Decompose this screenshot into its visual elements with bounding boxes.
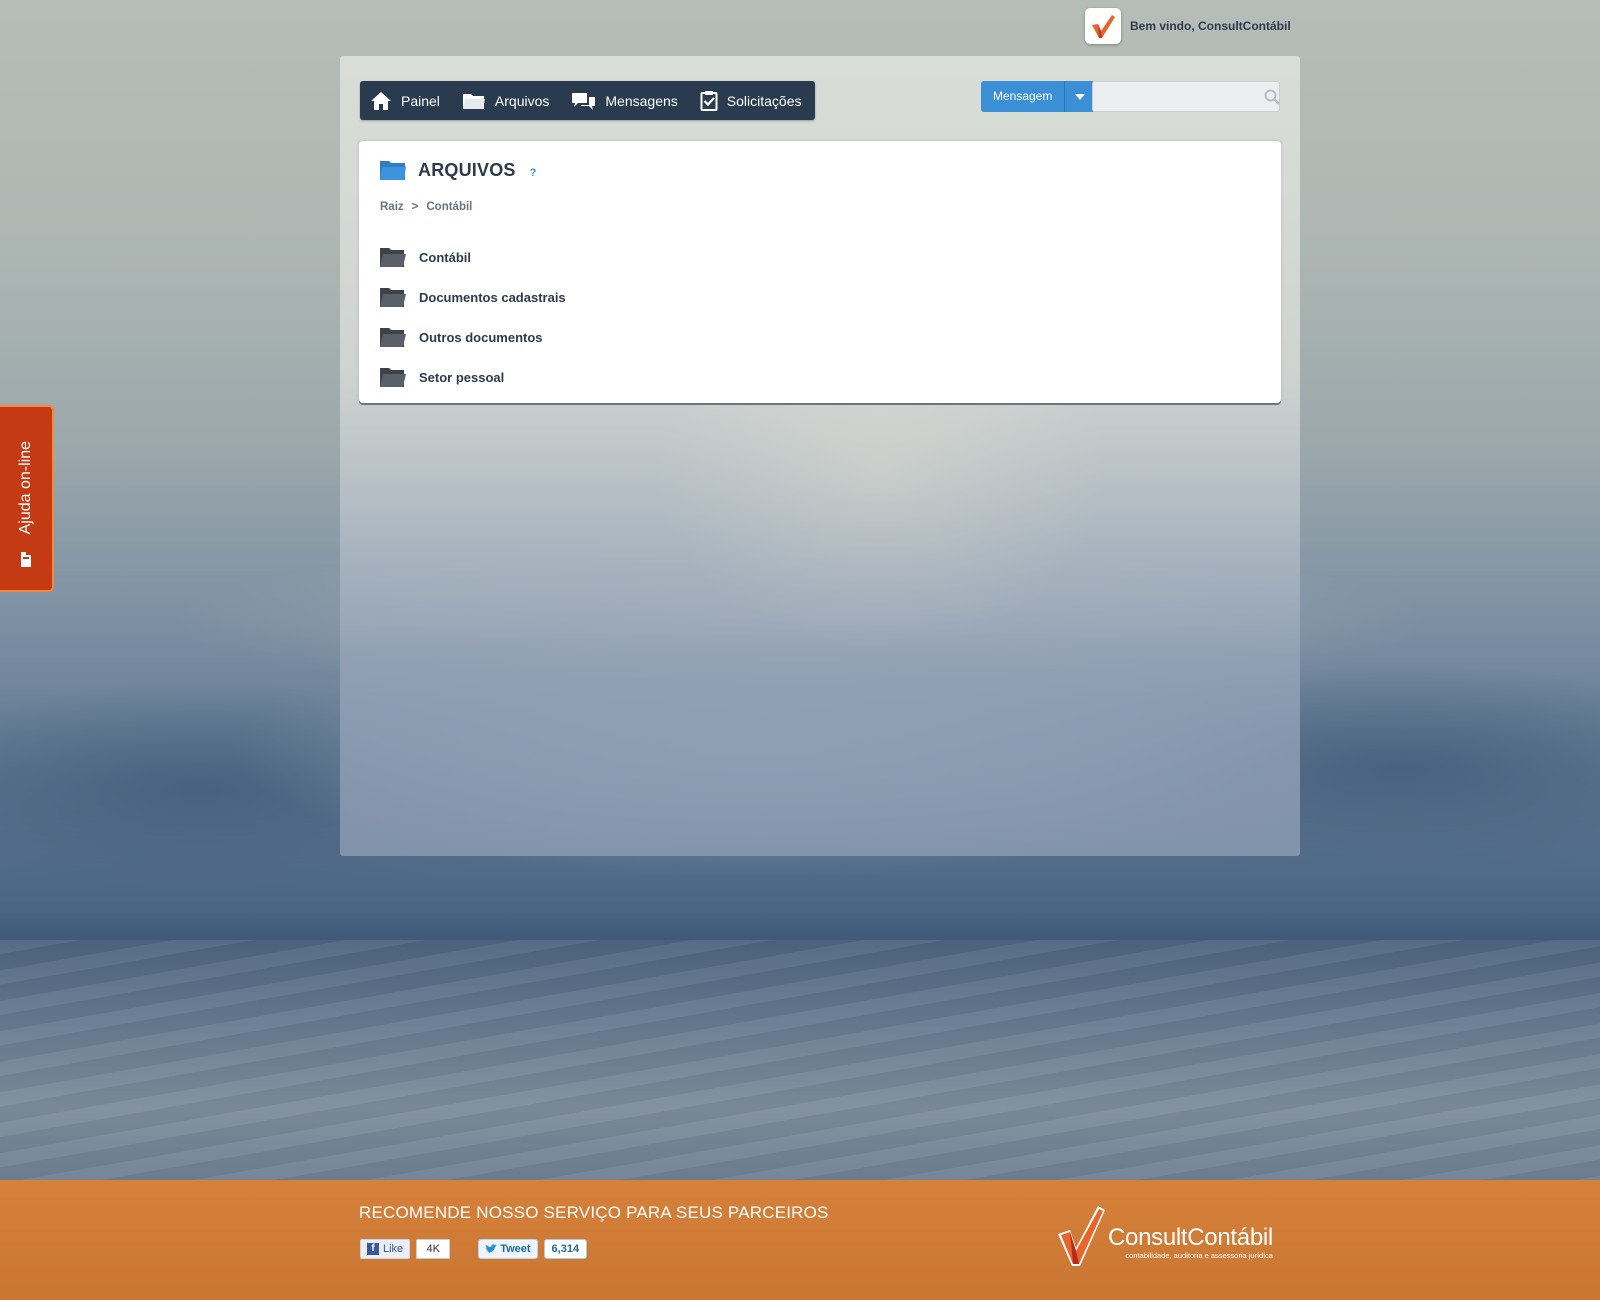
welcome-area: Bem vindo, ConsultContábil (1085, 8, 1291, 44)
folder-icon (462, 94, 485, 109)
tweet-widget: Tweet 6,314 (478, 1239, 588, 1259)
message-dropdown-toggle[interactable] (1065, 81, 1096, 112)
search-icon (1264, 89, 1280, 105)
phone-icon (21, 552, 31, 567)
tweet-button[interactable]: Tweet (478, 1239, 538, 1259)
breadcrumb-separator: > (411, 201, 419, 213)
folder-icon (380, 367, 406, 387)
twitter-bird-icon (485, 1244, 498, 1253)
folder-icon (380, 287, 406, 307)
footer-brand: ConsultContábil contabilidade, auditoria… (1056, 1204, 1273, 1268)
message-split-button: Mensagem (981, 81, 1096, 112)
folder-label: Setor pessoal (419, 369, 505, 385)
home-icon (371, 91, 391, 110)
social-buttons: f Like 4K Tweet 6,314 (360, 1239, 588, 1259)
brand-logo-icon (1085, 8, 1121, 44)
folder-open-icon (380, 161, 406, 180)
brand-logo-icon (1058, 1206, 1105, 1266)
main-panel: Painel Arquivos Mensagens Solicitações M… (340, 56, 1300, 856)
background-sea (0, 940, 1600, 1180)
brand-name: ConsultContábil (1108, 1224, 1273, 1251)
folder-list: Contábil Documentos cadastrais Outros do… (379, 237, 566, 397)
footer-title: RECOMENDE NOSSO SERVIÇO PARA SEUS PARCEI… (359, 1203, 829, 1222)
tweet-count: 6,314 (543, 1239, 588, 1259)
page-title: ARQUIVOS (418, 159, 516, 180)
nav-item-label: Mensagens (605, 92, 678, 109)
folder-label: Outros documentos (419, 329, 543, 345)
breadcrumb-item-raiz[interactable]: Raiz (380, 201, 404, 213)
caret-down-icon (1075, 93, 1086, 100)
nav-item-painel[interactable]: Painel (370, 91, 440, 111)
help-link[interactable]: ? (530, 167, 537, 179)
search-button[interactable] (1264, 89, 1280, 105)
facebook-like-widget: f Like 4K (360, 1239, 451, 1259)
nav-item-arquivos[interactable]: Arquivos (462, 91, 549, 110)
folder-item[interactable]: Outros documentos (379, 317, 566, 357)
folder-item[interactable]: Contábil (379, 237, 566, 277)
nav-item-label: Arquivos (494, 92, 550, 109)
folder-icon (380, 327, 406, 347)
breadcrumb-item-contabil[interactable]: Contábil (426, 201, 472, 213)
folder-icon (380, 247, 406, 267)
files-header: ARQUIVOS ? (379, 159, 536, 181)
facebook-icon: f (367, 1243, 379, 1255)
folder-label: Contábil (419, 249, 471, 265)
facebook-like-label: Like (383, 1243, 404, 1255)
nav-item-label: Solicitações (726, 92, 802, 109)
search-input[interactable] (1093, 82, 1264, 111)
online-help-label: Ajuda on-line (17, 440, 34, 534)
folder-item[interactable]: Setor pessoal (379, 357, 566, 397)
facebook-like-count: 4K (416, 1239, 451, 1259)
nav-item-label: Painel (401, 92, 440, 109)
footer: RECOMENDE NOSSO SERVIÇO PARA SEUS PARCEI… (0, 1180, 1600, 1300)
brand-text: ConsultContábil contabilidade, auditoria… (1108, 1224, 1273, 1261)
online-help-tab[interactable]: Ajuda on-line (0, 405, 54, 592)
folder-label: Documentos cadastrais (419, 289, 566, 305)
welcome-text: Bem vindo, ConsultContábil (1130, 19, 1291, 33)
nav-item-solicitacoes[interactable]: Solicitações (700, 90, 802, 111)
folder-item[interactable]: Documentos cadastrais (379, 277, 566, 317)
brand-tagline: contabilidade, auditoria e assessoria ju… (1125, 1251, 1273, 1260)
tweet-label: Tweet (500, 1243, 531, 1255)
clipboard-check-icon (700, 91, 718, 111)
breadcrumb: Raiz > Contábil (380, 201, 472, 213)
main-nav: Painel Arquivos Mensagens Solicitações (360, 81, 816, 120)
chat-bubbles-icon (572, 92, 596, 110)
files-card: ARQUIVOS ? Raiz > Contábil Contábil Docu… (359, 141, 1281, 403)
facebook-like-button[interactable]: f Like (360, 1239, 411, 1259)
search-box (1092, 81, 1280, 112)
message-button[interactable]: Mensagem (981, 81, 1066, 112)
nav-item-mensagens[interactable]: Mensagens (571, 91, 678, 111)
